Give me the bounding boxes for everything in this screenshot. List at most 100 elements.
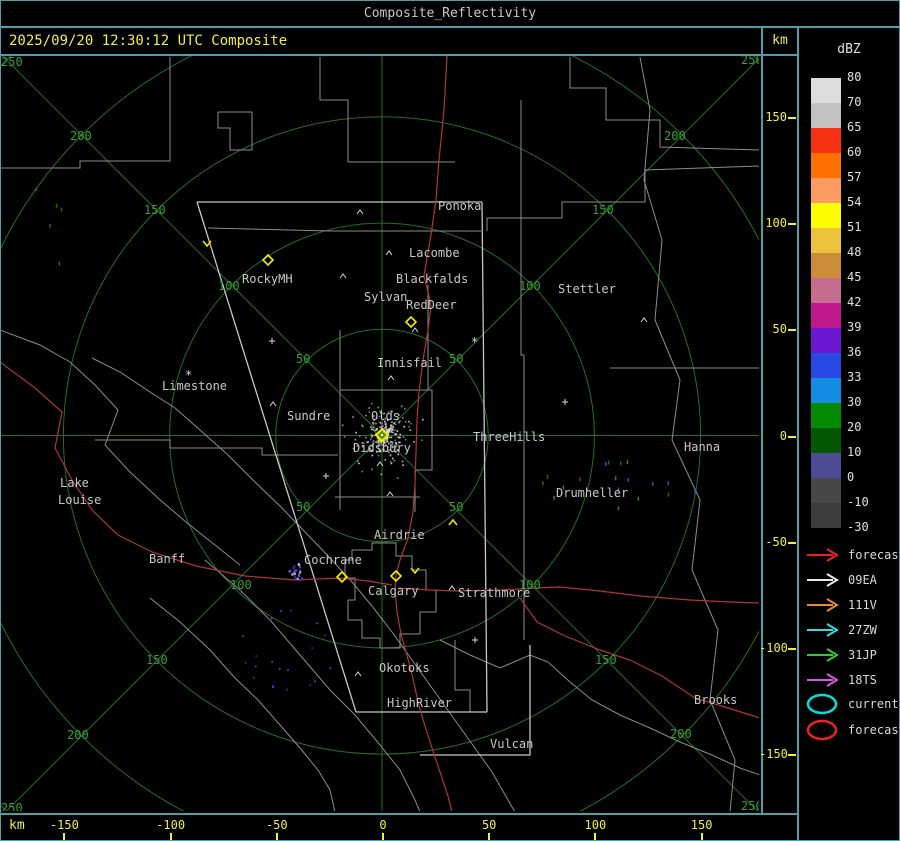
echo-pixel	[365, 414, 367, 417]
ring-distance-label: 150	[146, 653, 168, 667]
echo-pixel	[619, 461, 622, 466]
city-label: Strathmore	[458, 586, 530, 600]
echo-pixel	[384, 423, 387, 426]
echo-pixel	[311, 647, 314, 649]
colorbar-tick-label: 54	[847, 195, 862, 209]
ring-distance-label: 250	[741, 799, 759, 811]
city-label: Lake	[60, 476, 89, 490]
echo-pixel	[376, 428, 379, 430]
echo-pixel	[403, 425, 406, 428]
town-caret-icon	[269, 401, 277, 407]
echo-pixel	[410, 422, 412, 425]
echo-pixel	[272, 685, 275, 687]
town-caret-icon	[387, 375, 395, 381]
echo-pixel	[293, 569, 296, 572]
legend-ellipse-icon	[806, 693, 838, 715]
town-asterisk-icon: *	[471, 335, 478, 349]
echo-pixel	[294, 577, 297, 580]
bottom-axis-tick-label: 50	[481, 818, 497, 832]
echo-pixel	[389, 461, 392, 463]
colorbar-cell	[811, 378, 841, 403]
bottom-axis-tick-mark	[63, 833, 66, 840]
legend-item: forecast	[805, 719, 900, 741]
city-label: RockyMH	[242, 272, 293, 286]
echo-pixel	[396, 430, 399, 432]
echo-pixel	[297, 573, 300, 576]
bottom-axis-tick-label: -150	[49, 818, 79, 832]
echo-pixel	[408, 420, 410, 423]
ring-distance-label: 50	[449, 500, 463, 514]
colorbar-tick-label: 48	[847, 245, 862, 259]
echo-pixel	[355, 431, 357, 434]
colorbar-tick-label: 80	[847, 70, 862, 84]
town-caret-icon	[356, 209, 364, 215]
city-label: HighRiver	[387, 696, 452, 710]
echo-pixel	[357, 460, 359, 462]
echo-pixel	[368, 411, 371, 414]
colorbar-cell	[811, 228, 841, 253]
legend-arrow-icon	[807, 598, 839, 612]
colorbar-tick-label: 57	[847, 170, 862, 184]
colorbar-tick-label: 45	[847, 270, 862, 284]
echo-pixel	[579, 477, 581, 482]
ring-distance-label: 150	[592, 203, 614, 217]
legend-arrow-icon	[807, 623, 839, 637]
city-label: Sundre	[287, 409, 330, 423]
echo-pixel	[409, 429, 412, 431]
storm-caret-up-icon	[448, 518, 458, 526]
echo-pixel	[372, 426, 375, 429]
city-label: Banff	[149, 552, 185, 566]
colorbar-tick-label: 60	[847, 145, 862, 159]
echo-pixel	[361, 470, 363, 473]
right-axis-tick-label: 150	[765, 109, 787, 124]
echo-pixel	[314, 680, 316, 683]
echo-pixel	[392, 426, 395, 428]
echo-pixel	[55, 203, 58, 208]
echo-pixel	[402, 464, 404, 466]
colorbar-cell	[811, 178, 841, 203]
colorbar-tick-label: 70	[847, 95, 862, 109]
colorbar-panel: dBZ 80 70 65 60 57 54 51 48 45 42 39 36 33 30 20 10 0 -10…	[798, 27, 900, 841]
echo-pixel	[299, 579, 302, 582]
city-label: Innisfail	[377, 356, 442, 370]
echo-pixel	[422, 418, 424, 421]
echo-pixel	[401, 460, 404, 463]
echo-pixel	[58, 261, 61, 266]
window-title: Composite_Reflectivity	[0, 0, 900, 27]
echo-pixel	[375, 422, 377, 425]
echo-pixel	[288, 570, 291, 573]
echo-pixel	[408, 425, 410, 428]
echo-pixel	[384, 459, 387, 461]
composite-center-dot-icon	[381, 434, 383, 436]
echo-pixel	[400, 405, 403, 408]
echo-pixel	[394, 429, 397, 432]
right-axis-tick-mark	[788, 647, 796, 650]
echo-pixel	[394, 433, 396, 436]
ring-distance-label: 50	[449, 352, 463, 366]
header-bar: 2025/09/20 12:30:12 UTC Composite	[0, 27, 762, 55]
echo-pixel	[397, 436, 400, 439]
echo-pixel	[627, 477, 630, 482]
echo-pixel	[413, 440, 415, 443]
bottom-axis-tick-mark	[594, 833, 597, 840]
city-label: Limestone	[162, 379, 227, 393]
echo-pixel	[391, 457, 394, 460]
echo-pixel	[252, 676, 255, 679]
ring-distance-label: 250	[1, 56, 23, 69]
colorbar-tick-label: 10	[847, 445, 862, 459]
legend-item-label: 18TS	[848, 673, 877, 687]
echo-pixel	[626, 460, 629, 465]
boundary-line	[0, 57, 171, 169]
right-axis-tick-label: 50	[772, 322, 787, 337]
town-plus-icon	[269, 338, 275, 344]
echo-pixel	[385, 428, 387, 431]
echo-pixel	[386, 430, 389, 433]
colorbar-cell	[811, 103, 841, 128]
echo-pixel	[379, 425, 381, 428]
echo-pixel	[385, 426, 388, 428]
echo-pixel	[546, 474, 549, 479]
ring-distance-label: 200	[664, 129, 686, 143]
radar-map-canvas[interactable]: 50 50 50 50 100 100 100 100 150 150 150 150 200 200 20…	[0, 0, 900, 841]
echo-pixel	[370, 438, 372, 441]
echo-pixel	[244, 661, 247, 664]
